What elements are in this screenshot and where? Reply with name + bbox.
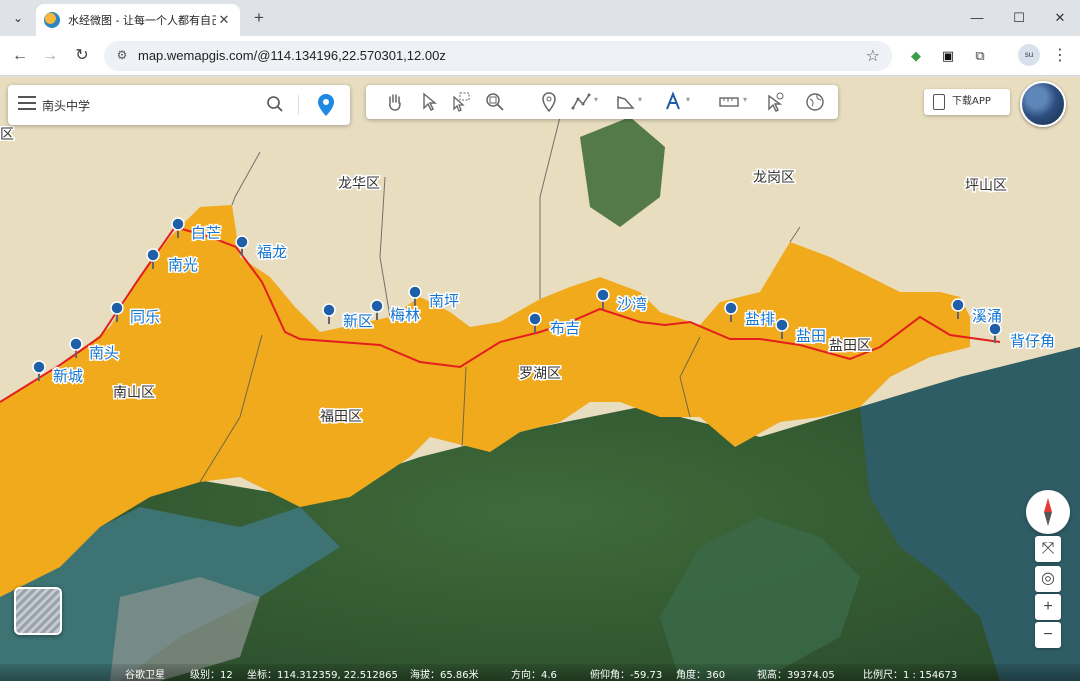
poi-label-xincheng: 新城 — [53, 367, 83, 385]
poi-label-nantou: 南头 — [89, 344, 119, 362]
extension-2-icon[interactable]: ▣ — [938, 46, 958, 66]
status-source: 谷歌卫星 — [125, 670, 165, 681]
site-info-icon[interactable]: ⚙ — [114, 48, 130, 64]
globe-icon[interactable] — [1020, 81, 1066, 127]
poi-label-yanpai: 盐排 — [745, 310, 775, 328]
map-base-layer: 龙华区 龙岗区 坪山区 南山区 福田区 罗湖区 盐田区 区 白芒 南光 福龙 同… — [0, 77, 1080, 681]
search-divider — [298, 95, 299, 115]
search-icon[interactable] — [266, 95, 284, 113]
status-level-label: 级别： — [190, 670, 220, 681]
poi-label-fulong: 福龙 — [257, 243, 287, 261]
zoom-out-button[interactable]: − — [1035, 622, 1061, 648]
more-menu-icon[interactable]: ⋮ — [1050, 46, 1070, 66]
draw-line-icon[interactable] — [570, 91, 592, 113]
poi-label-tongle: 同乐 — [130, 308, 160, 326]
phone-icon — [933, 94, 945, 110]
poi-label-beizaijiao: 背仔角 — [1010, 332, 1055, 350]
map-tools-panel: ▾ ▾ ▾ ▾ — [366, 85, 838, 119]
poi-label-shawan: 沙湾 — [617, 295, 647, 313]
poi-label-buji: 布吉 — [550, 319, 580, 337]
district-label-yantian: 盐田区 — [829, 338, 871, 354]
text-dropdown-icon[interactable]: ▾ — [686, 95, 690, 104]
status-coords: 114.312359, 22.512865 — [277, 670, 398, 681]
box-select-icon[interactable] — [450, 91, 472, 113]
poi-label-xiyong: 溪涌 — [972, 307, 1002, 325]
basemap-switch-button[interactable] — [14, 587, 62, 635]
map-canvas[interactable]: 龙华区 龙岗区 坪山区 南山区 福田区 罗湖区 盐田区 区 白芒 南光 福龙 同… — [0, 77, 1080, 681]
identify-cursor-icon[interactable] — [764, 91, 786, 113]
locate-me-icon[interactable]: ◎ — [1035, 566, 1061, 592]
back-icon[interactable]: ← — [8, 44, 32, 68]
line-dropdown-icon[interactable]: ▾ — [594, 95, 598, 104]
status-view: 39374.05 — [787, 670, 835, 681]
polygon-dropdown-icon[interactable]: ▾ — [638, 95, 642, 104]
status-scale-label: 比例尺： — [863, 670, 903, 681]
status-dir-label: 方向： — [511, 670, 541, 681]
search-panel — [8, 85, 350, 125]
search-input[interactable] — [42, 95, 262, 115]
poi-label-xinqu: 新区 — [343, 312, 373, 330]
close-window-icon[interactable]: ✕ — [1045, 6, 1075, 30]
pan-hand-icon[interactable] — [384, 91, 406, 113]
district-label-luohu: 罗湖区 — [519, 366, 561, 382]
poi-label-baimang: 白芒 — [191, 224, 221, 242]
poi-label-yantian: 盐田 — [796, 327, 826, 345]
status-scale: 1 : 154673 — [903, 670, 958, 681]
poi-label-nanguang: 南光 — [168, 256, 198, 274]
compass-icon — [1044, 498, 1052, 526]
zoom-region-icon[interactable] — [484, 91, 506, 113]
location-pin-icon[interactable] — [316, 93, 336, 117]
browser-toolbar: ← → ↻ ⚙ map.wemapgis.com/@114.134196,22.… — [0, 36, 1080, 76]
compass-button[interactable] — [1026, 490, 1070, 534]
forward-icon[interactable]: → — [38, 44, 62, 68]
tab-title: 水经微图 - 让每一个人都有自己 — [68, 14, 216, 27]
download-app-label: 下载APP — [952, 96, 991, 107]
status-alt-label: 海拔： — [410, 670, 440, 681]
status-pitch-label: 俯仰角： — [590, 670, 630, 681]
status-pitch: -59.73 — [630, 670, 663, 681]
status-alt: 65.86米 — [440, 670, 479, 681]
draw-polygon-icon[interactable] — [614, 91, 636, 113]
tab-search-chevron-icon[interactable]: ⌄ — [8, 8, 28, 28]
extension-icon[interactable]: ◆ — [906, 46, 926, 66]
status-view-label: 视高： — [757, 670, 787, 681]
close-tab-icon[interactable]: ✕ — [216, 12, 232, 28]
bookmark-star-icon[interactable]: ☆ — [866, 46, 880, 66]
district-label-nanshan: 南山区 — [113, 385, 155, 401]
district-label-edge: 区 — [0, 127, 14, 143]
status-angle-label: 角度： — [676, 670, 706, 681]
maximize-icon[interactable]: ☐ — [1004, 6, 1034, 30]
browser-tab[interactable]: 水经微图 - 让每一个人都有自己 ✕ — [36, 4, 240, 36]
profile-avatar[interactable]: su — [1018, 44, 1040, 66]
site-favicon-icon — [44, 12, 60, 28]
measure-dropdown-icon[interactable]: ▾ — [743, 95, 747, 104]
status-level: 12 — [220, 670, 233, 681]
select-arrow-icon[interactable] — [418, 91, 440, 113]
globe-view-icon[interactable] — [804, 91, 826, 113]
status-angle: 360 — [706, 670, 726, 681]
district-label-futian: 福田区 — [320, 409, 362, 425]
district-label-longgang: 龙岗区 — [753, 170, 795, 186]
status-dir: 4.6 — [541, 670, 557, 681]
fullscreen-toggle-icon[interactable]: ⤧ — [1035, 536, 1061, 562]
measure-ruler-icon[interactable] — [718, 91, 740, 113]
poi-label-meilin: 梅林 — [390, 306, 420, 324]
minimize-icon[interactable]: — — [962, 6, 992, 30]
new-tab-icon[interactable]: + — [249, 8, 269, 28]
zoom-in-button[interactable]: + — [1035, 594, 1061, 620]
text-tool-icon[interactable] — [662, 91, 684, 113]
status-coord-label: 坐标： — [247, 670, 277, 681]
reload-icon[interactable]: ↻ — [70, 44, 94, 68]
place-marker-icon[interactable] — [538, 91, 560, 113]
extensions-puzzle-icon[interactable]: ⧉ — [970, 46, 990, 66]
tab-strip: ⌄ 水经微图 - 让每一个人都有自己 ✕ + — ☐ ✕ — [0, 0, 1080, 36]
menu-icon[interactable] — [18, 96, 36, 112]
district-label-longhua: 龙华区 — [338, 176, 380, 192]
address-bar[interactable]: ⚙ map.wemapgis.com/@114.134196,22.570301… — [104, 41, 892, 71]
download-app-button[interactable]: 下载APP — [924, 89, 1010, 115]
district-label-pingshan: 坪山区 — [965, 178, 1007, 194]
map-status-bar: 谷歌卫星 级别：12 坐标：114.312359, 22.512865 海拔：6… — [0, 664, 1080, 681]
address-url[interactable]: map.wemapgis.com/@114.134196,22.570301,1… — [138, 48, 446, 63]
poi-label-nanping: 南坪 — [429, 292, 459, 310]
